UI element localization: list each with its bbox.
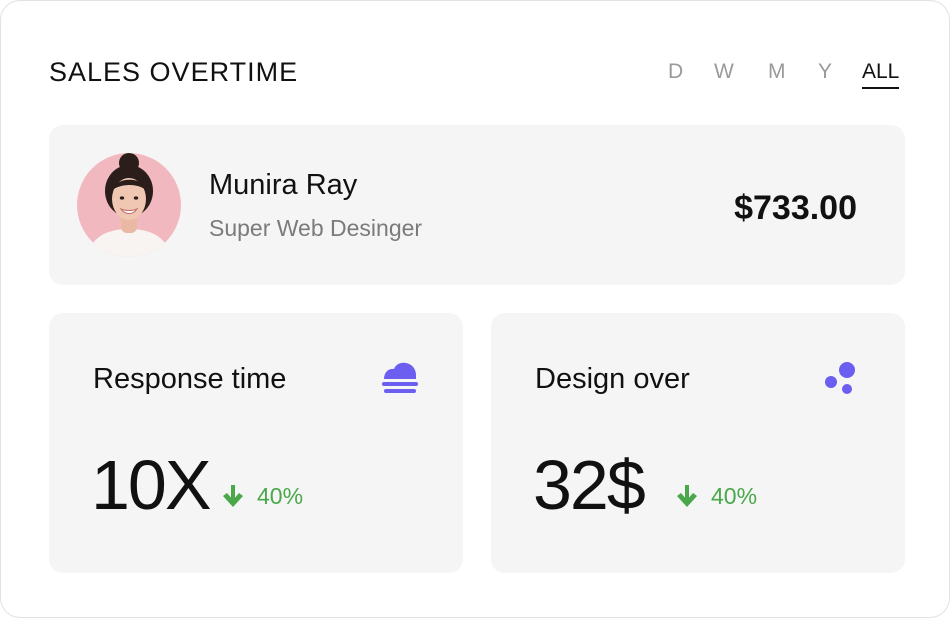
stat-card-response-time[interactable]: Response time 10X 40%: [49, 313, 463, 573]
profile-role: Super Web Desinger: [209, 215, 423, 241]
stat-change: 40%: [675, 481, 757, 511]
avatar-portrait-icon: [87, 153, 171, 257]
avatar: [77, 153, 181, 257]
sales-overtime-card: SALES OVERTIME D W M Y ALL Munira Ray Su…: [0, 0, 950, 618]
profile-name: Munira Ray: [209, 169, 358, 201]
stat-change: 40%: [221, 481, 303, 511]
tab-week[interactable]: W: [714, 59, 734, 85]
stat-change-percent: 40%: [711, 483, 758, 509]
stat-card-design-over[interactable]: Design over 32$ 40%: [491, 313, 905, 573]
arrow-down-icon: [677, 485, 697, 507]
cloud-fog-icon: [382, 362, 418, 393]
bubbles-icon: [825, 362, 855, 394]
stat-value: 10X: [91, 446, 212, 524]
arrow-down-icon: [223, 485, 243, 507]
tab-all[interactable]: ALL: [862, 59, 900, 89]
profile-amount: $733.00: [734, 189, 857, 227]
tab-year[interactable]: Y: [818, 59, 832, 85]
tab-day[interactable]: D: [668, 59, 683, 85]
stat-change-percent: 40%: [257, 483, 304, 509]
stat-label: Response time: [93, 363, 287, 395]
stat-label: Design over: [535, 363, 690, 395]
card-title: SALES OVERTIME: [49, 57, 299, 87]
profile-row[interactable]: Munira Ray Super Web Desinger $733.00: [49, 125, 905, 285]
tab-month[interactable]: M: [768, 59, 786, 85]
period-tabs: D W M Y ALL: [656, 59, 904, 91]
stat-value: 32$: [533, 446, 646, 524]
